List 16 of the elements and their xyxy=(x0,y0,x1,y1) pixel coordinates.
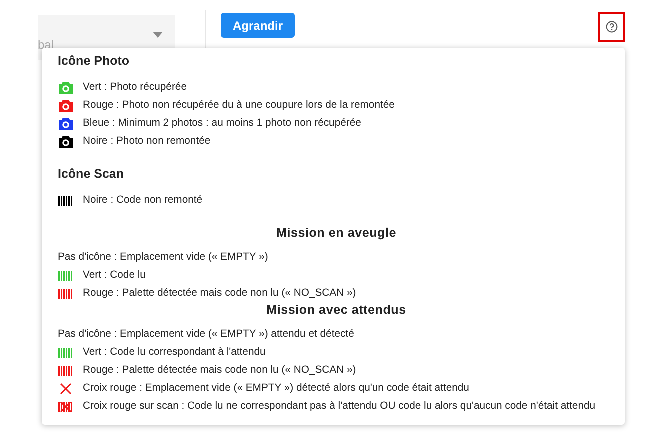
section-title: Mission avec attendus xyxy=(266,303,408,317)
legend-text: Bleue : Minimum 2 photos : au moins 1 photo non récupérée xyxy=(83,118,362,129)
legend-text: Vert : Photo récupérée xyxy=(83,82,187,93)
section-title: Icône Scan xyxy=(58,167,125,181)
legend-text: Pas d'icône : Emplacement vide (« EMPTY ») xyxy=(58,252,268,263)
legend-text: Vert : Code lu correspondant à l'attendu xyxy=(83,347,266,358)
legend-text: Rouge : Palette détectée mais code non lu (« NO_SCAN ») xyxy=(83,365,356,376)
legend-text: Croix rouge : Emplacement vide (« EMPTY ») détecté alors qu'un code était attendu xyxy=(83,383,470,394)
legend-text: Rouge : Palette détectée mais code non lu (« NO_SCAN ») xyxy=(83,288,356,299)
legend-text: Noire : Photo non remontée xyxy=(83,136,211,147)
legend-text: Noire : Code non remonté xyxy=(83,195,203,206)
legend-text: Croix rouge sur scan : Code lu ne correspondant pas à l'attendu OU code lu alors qu'aucun code n'était attendu xyxy=(83,401,596,412)
legend-text: Pas d'icône : Emplacement vide (« EMPTY ») attendu et détecté xyxy=(58,329,354,340)
legend-text: Rouge : Photo non récupérée du à une coupure lors de la remontée xyxy=(83,100,395,111)
legend-text: Vert : Code lu xyxy=(83,270,146,281)
section-title: Mission en aveugle xyxy=(275,226,398,240)
